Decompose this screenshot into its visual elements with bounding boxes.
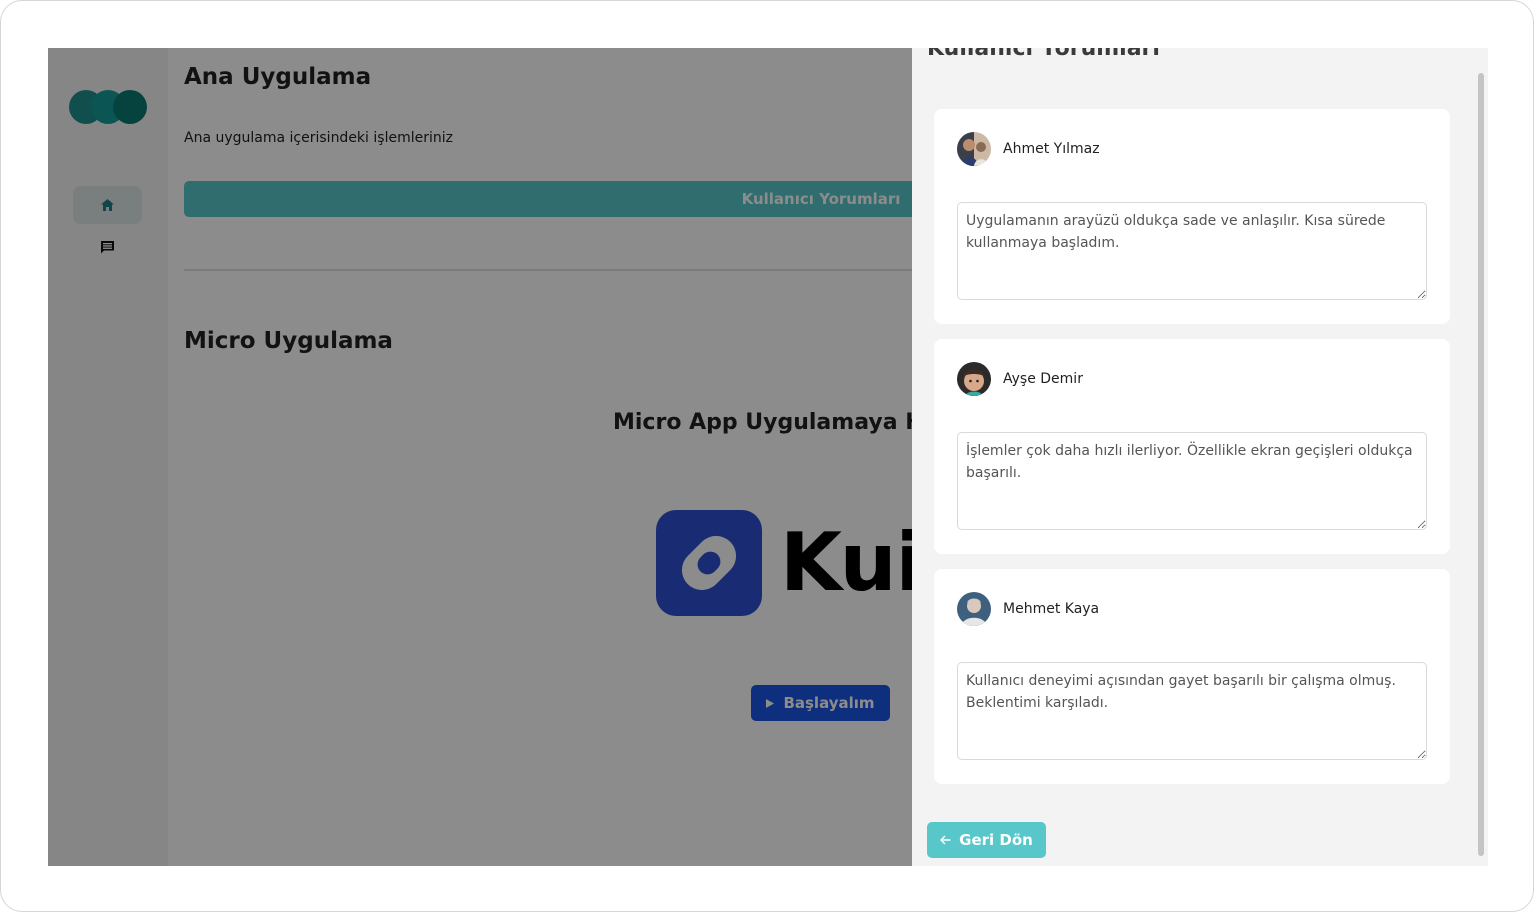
app-viewport: Ana Uygulama Ana uygulama içerisindeki i… <box>48 48 1488 866</box>
comment-author: Ayşe Demir <box>957 362 1083 396</box>
window-frame: Ana Uygulama Ana uygulama içerisindeki i… <box>0 0 1534 912</box>
comment-card: Ayşe Demir İşlemler çok daha hızlı ilerl… <box>934 339 1450 554</box>
comment-author: Mehmet Kaya <box>957 592 1099 626</box>
arrow-left-icon <box>940 835 951 845</box>
comment-card: Mehmet Kaya Kullanıcı deneyimi açısından… <box>934 569 1450 784</box>
back-button[interactable]: Geri Dön <box>927 822 1046 858</box>
avatar <box>957 362 991 396</box>
author-name: Mehmet Kaya <box>1003 601 1100 617</box>
avatar <box>957 592 991 626</box>
author-name: Ayşe Demir <box>1003 371 1083 387</box>
drawer-scrollbar[interactable] <box>1474 48 1488 866</box>
drawer-title: Kullanıcı Yorumları <box>927 48 1160 61</box>
comments-drawer: Kullanıcı Yorumları Ahmet Yılmaz Uygulam… <box>912 48 1488 866</box>
modal-backdrop[interactable] <box>48 48 912 866</box>
scrollbar-thumb[interactable] <box>1478 73 1484 856</box>
comment-textarea[interactable]: Kullanıcı deneyimi açısından gayet başar… <box>957 662 1427 760</box>
avatar <box>957 132 991 166</box>
comment-textarea[interactable]: İşlemler çok daha hızlı ilerliyor. Özell… <box>957 432 1427 530</box>
comment-card: Ahmet Yılmaz Uygulamanın arayüzü oldukça… <box>934 109 1450 324</box>
comment-author: Ahmet Yılmaz <box>957 132 1100 166</box>
back-button-label: Geri Dön <box>959 831 1033 849</box>
comment-textarea[interactable]: Uygulamanın arayüzü oldukça sade ve anla… <box>957 202 1427 300</box>
author-name: Ahmet Yılmaz <box>1003 141 1100 157</box>
